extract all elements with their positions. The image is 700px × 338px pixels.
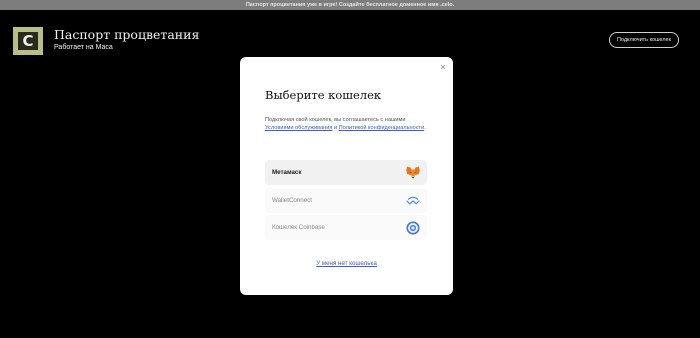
coinbase-icon <box>406 221 420 235</box>
site-title: Паспорт процветания <box>54 27 200 42</box>
promo-banner: Паспорт процветания уже в игре! Создайте… <box>0 0 700 10</box>
desc-prefix: Подключая свой кошелек, вы соглашаетесь … <box>265 117 406 123</box>
logo-letter: C <box>22 31 34 50</box>
walletconnect-icon <box>406 194 420 208</box>
site-logo[interactable]: C <box>13 27 43 55</box>
wallet-modal: × Выберите кошелек Подключая свой кошеле… <box>240 57 453 295</box>
site-subtitle: Работает на Маса <box>54 44 113 51</box>
desc-and: и <box>333 125 338 131</box>
wallet-option-walletconnect[interactable]: WalletConnect <box>265 188 427 213</box>
wallet-label: Метамаск <box>272 169 302 176</box>
desc-suffix: . <box>424 125 426 131</box>
modal-description: Подключая свой кошелек, вы соглашаетесь … <box>265 116 430 132</box>
modal-title: Выберите кошелек <box>265 88 382 102</box>
no-wallet-link[interactable]: У меня нет кошелька <box>240 260 453 267</box>
privacy-link[interactable]: Политикой конфиденциальности <box>339 125 425 131</box>
metamask-fox-icon <box>406 166 420 180</box>
wallet-option-metamask[interactable]: Метамаск <box>265 160 427 185</box>
wallet-label: WalletConnect <box>272 197 313 204</box>
connect-wallet-button[interactable]: Подключить кошелек <box>609 32 679 48</box>
close-icon[interactable]: × <box>438 62 448 72</box>
wallet-option-coinbase[interactable]: Кошелек Coinbase <box>265 215 427 240</box>
promo-banner-text: Паспорт процветания уже в игре! Создайте… <box>245 2 455 8</box>
logo-mark: C <box>18 32 38 50</box>
wallet-label: Кошелек Coinbase <box>272 224 325 231</box>
terms-link[interactable]: Условиями обслуживания <box>265 125 332 131</box>
